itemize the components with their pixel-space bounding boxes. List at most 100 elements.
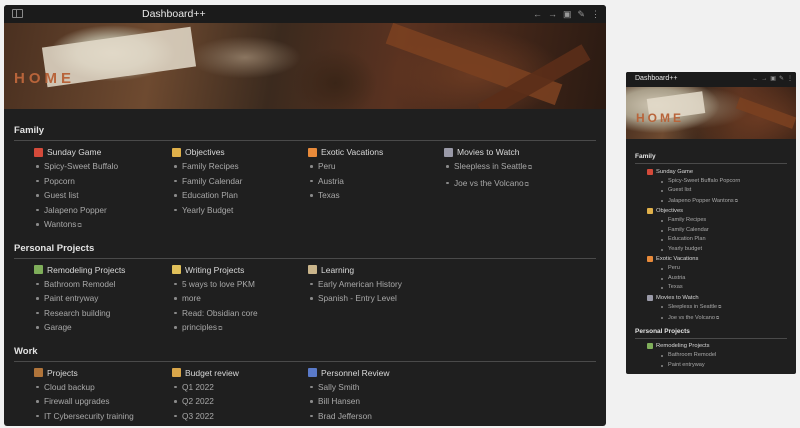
list-item-label: 5 ways to love PKM (182, 278, 255, 289)
list-item[interactable]: Paint entryway (635, 361, 787, 371)
forward-arrow-icon[interactable]: → (761, 75, 767, 84)
group-heading[interactable]: Exotic Vacations (635, 254, 787, 264)
list-item-label: more (182, 293, 201, 303)
column-heading[interactable]: Exotic Vacations (308, 145, 438, 159)
list-item[interactable]: Q3 2022 (172, 409, 302, 424)
list-item[interactable]: Family Calendar (172, 174, 302, 189)
column-heading[interactable]: Remodeling Projects (34, 263, 164, 277)
list-item[interactable]: Spicy-Sweet Buffalo Popcorn (635, 177, 787, 187)
list-item[interactable]: Cloud backup (34, 380, 164, 395)
list-item[interactable]: Read: Obsidian core (172, 306, 302, 321)
list-item[interactable]: Bathroom Remodel (34, 277, 164, 292)
column-budget-review: Budget review Q1 2022 Q2 2022 Q3 2022 Q4 202… (172, 366, 302, 426)
list-item[interactable]: Family Recipes (635, 216, 787, 226)
column-heading[interactable]: Movies to Watch (444, 145, 574, 159)
more-options-icon[interactable]: ⋮ (591, 8, 600, 20)
column-personnel-review: Personnel Review Sally Smith Bill Hansen Br… (308, 366, 438, 426)
group-heading-label: Movies to Watch (656, 294, 699, 301)
list-item[interactable]: Joe vs the Volcano⧉ (444, 176, 574, 193)
group-heading-label: Remodeling Projects (656, 343, 710, 350)
list-item[interactable]: Sally Smith (308, 380, 438, 395)
list-item[interactable]: Peru (635, 264, 787, 274)
small-section-personal-projects: Personal Projects Remodeling Projects Bath… (635, 328, 787, 371)
column-heading[interactable]: Projects (34, 366, 164, 380)
list-item[interactable]: Education Plan (635, 235, 787, 245)
list-item[interactable]: Family Recipes (172, 159, 302, 174)
list-item[interactable]: Texas (635, 283, 787, 293)
section-personal-projects: Personal Projects Remodeling Projects Bath… (14, 243, 596, 339)
list-item[interactable]: Austria (308, 174, 438, 189)
list-item[interactable]: Austria (635, 274, 787, 284)
forward-arrow-icon[interactable]: → (548, 8, 557, 20)
edit-pencil-icon[interactable]: ✎ (779, 75, 784, 84)
section-heading: Work (14, 346, 596, 362)
group-heading[interactable]: Sunday Game (635, 167, 787, 177)
list-item[interactable]: Q1 2022 (172, 380, 302, 395)
list-item[interactable]: Wantons⧉ (34, 217, 164, 234)
list-item[interactable]: Peru (308, 159, 438, 174)
list-item[interactable]: Spanish - Entry Level (308, 291, 438, 306)
small-section-family: Family Sunday Game Spicy-Sweet Buffalo Pop… (635, 153, 787, 324)
film-icon (647, 294, 653, 301)
external-link-icon: ⧉ (77, 223, 82, 229)
list-item[interactable]: Q4 2022 (172, 423, 302, 426)
list-item[interactable]: Spicy-Sweet Buffalo (34, 159, 164, 174)
edit-pencil-icon[interactable]: ✎ (577, 8, 585, 20)
list-item[interactable]: Bill Hansen (308, 394, 438, 409)
book-reader-icon[interactable]: ▣ (563, 8, 572, 20)
list-item[interactable]: Paint entryway (34, 291, 164, 306)
list-item[interactable]: Sleepless in Seattle⧉ (444, 159, 574, 176)
sidebar-toggle-icon[interactable] (12, 9, 23, 18)
list-item-label: Yearly budget (668, 245, 703, 252)
list-item[interactable]: Brad Jefferson (308, 409, 438, 424)
list-item[interactable]: Yearly Budget (172, 203, 302, 218)
more-options-icon[interactable]: ⋮ (787, 75, 793, 84)
list-item[interactable]: Texas (308, 188, 438, 203)
list-item[interactable]: Education Plan (172, 188, 302, 203)
list-item[interactable]: Q2 2022 (172, 394, 302, 409)
list-item[interactable]: Family Calendar (635, 226, 787, 236)
list-item[interactable]: Early American History (308, 277, 438, 292)
column-heading[interactable]: Budget review (172, 366, 302, 380)
list-item[interactable]: Yearly budget (635, 245, 787, 255)
list-item[interactable]: Popcorn (34, 174, 164, 189)
house-icon (34, 265, 43, 274)
list-item[interactable]: Olga Olson (308, 423, 438, 426)
group-heading[interactable]: Remodeling Projects (635, 342, 787, 352)
list-item[interactable]: Jalapeno Popper Wantons⧉ (635, 196, 787, 207)
column-heading[interactable]: Personnel Review (308, 366, 438, 380)
column-heading[interactable]: Learning (308, 263, 438, 277)
list-item[interactable]: Joe vs the Volcano⧉ (635, 313, 787, 324)
list-item[interactable]: Research building (34, 306, 164, 321)
pencil-icon (172, 265, 181, 274)
list-item[interactable]: 5 ways to love PKM (172, 277, 302, 292)
column-heading-label: Personnel Review (321, 367, 390, 378)
list-item[interactable]: Guest list (635, 186, 787, 196)
column-heading[interactable]: Sunday Game (34, 145, 164, 159)
back-arrow-icon[interactable]: ← (752, 75, 758, 84)
list-item-label: IT Cybersecurity training (44, 410, 134, 421)
book-reader-icon[interactable]: ▣ (770, 75, 776, 84)
group-heading[interactable]: Objectives (635, 206, 787, 216)
list-item[interactable]: principles⧉ (172, 320, 302, 337)
list-item[interactable]: Garage (34, 320, 164, 335)
column-heading-label: Projects (47, 367, 78, 378)
list-item[interactable]: Firewall upgrades (34, 394, 164, 409)
back-arrow-icon[interactable]: ← (533, 8, 542, 20)
group-heading[interactable]: Movies to Watch (635, 293, 787, 303)
list-item[interactable]: more (172, 291, 302, 306)
list-item[interactable]: Bathroom Remodel (635, 351, 787, 361)
list-item[interactable]: Guest list (34, 188, 164, 203)
dashboard-window-small: Dashboard++ ← → ▣ ✎ ⋮ HOME Family Sunday … (626, 72, 796, 374)
column-heading[interactable]: Writing Projects (172, 263, 302, 277)
page-title-small: Dashboard++ (635, 75, 678, 82)
list-item[interactable]: Jalapeno Popper (34, 203, 164, 218)
column-heading[interactable]: Objectives (172, 145, 302, 159)
list-item-label: Q4 2022 (182, 425, 214, 426)
list-item-label: Q3 2022 (182, 410, 214, 421)
people-icon (308, 368, 317, 377)
list-item[interactable]: Sleepless in Seattle⧉ (635, 302, 787, 313)
section-work: Work Projects Cloud backup Firewall upgrade… (14, 346, 596, 426)
list-item-label: Family Recipes (668, 216, 707, 223)
list-item[interactable]: IT Cybersecurity training (34, 409, 164, 424)
